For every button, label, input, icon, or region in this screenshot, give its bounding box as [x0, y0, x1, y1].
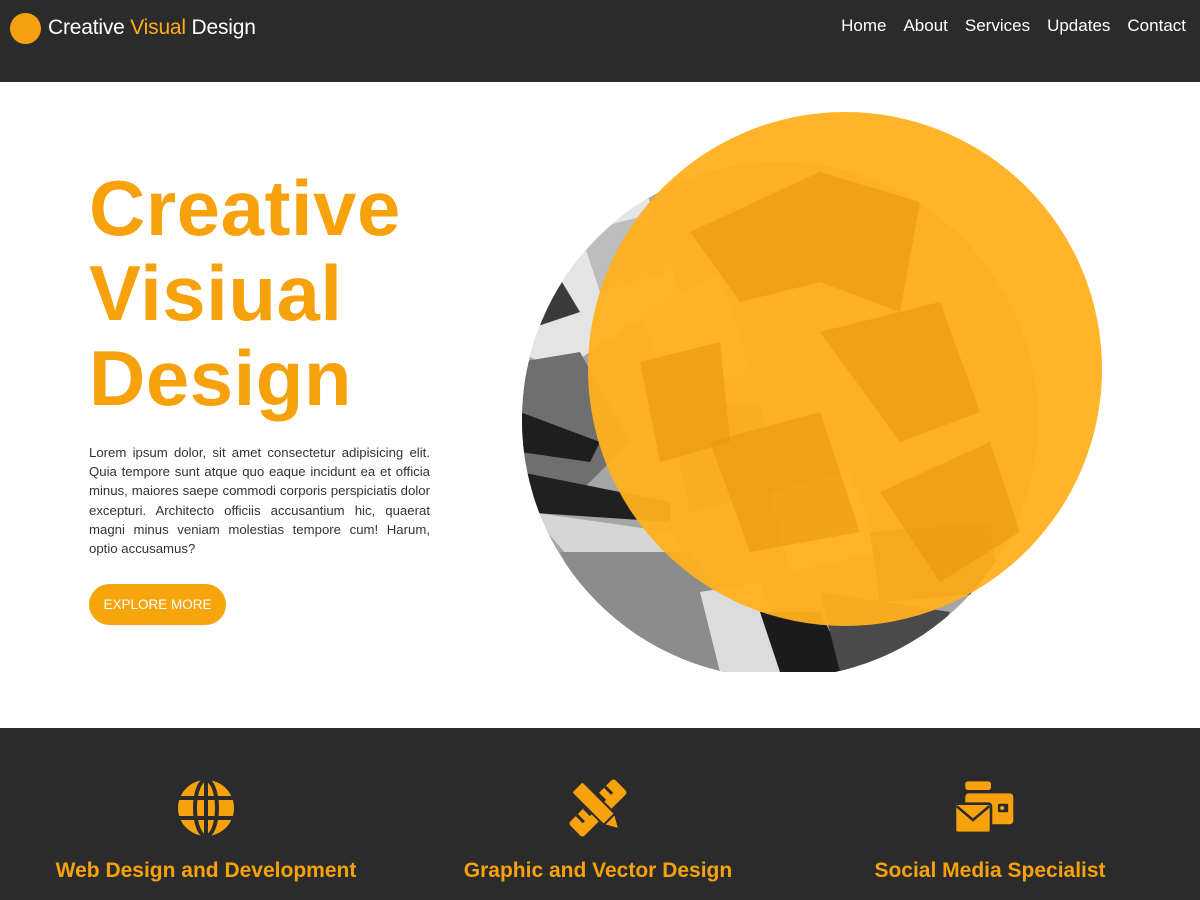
globe-icon [178, 778, 234, 838]
nav-menu: Home About Services Updates Contact [841, 16, 1186, 36]
nav-link-home[interactable]: Home [841, 16, 886, 36]
envelope-wallet-icon [955, 781, 1014, 835]
nav-link-updates[interactable]: Updates [1047, 16, 1110, 36]
brand-name-part1: Creative [48, 16, 125, 39]
service-graphic-design: Graphic and Vector Design [398, 728, 798, 900]
nav-link-contact[interactable]: Contact [1127, 16, 1186, 36]
brand-circle-icon [10, 12, 41, 44]
pencil-ruler-icon [569, 779, 627, 837]
hero-title: Creative Visiual Design [89, 166, 469, 421]
hero-title-line-2: Visiual [89, 249, 343, 337]
service-title-web-design: Web Design and Development [55, 859, 357, 882]
brand-name: Creative Visual Design [48, 16, 256, 40]
brand-logo-link[interactable]: Creative Visual Design [10, 12, 256, 44]
service-web-design: Web Design and Development [6, 728, 406, 900]
brand-name-part2: Design [191, 16, 256, 39]
service-title-social-media: Social Media Specialist [874, 859, 1106, 882]
hero-paragraph: Lorem ipsum dolor, sit amet consectetur … [89, 445, 430, 557]
services-section: Web Design and Development Graphic and V… [0, 728, 1200, 900]
service-social-media: Social Media Specialist [790, 728, 1190, 900]
hero-graffiti-image [522, 112, 1102, 672]
navbar: Creative Visual Design Home About Servic… [0, 0, 1200, 82]
hero-title-line-3: Design [89, 334, 353, 422]
brand-name-accent: Visual [130, 16, 186, 39]
explore-more-button[interactable]: EXPLORE MORE [89, 584, 226, 625]
hero-title-line-1: Creative [89, 164, 401, 252]
nav-link-services[interactable]: Services [965, 16, 1030, 36]
nav-link-about[interactable]: About [903, 16, 947, 36]
hero-section: Creative Visiual Design Lorem ipsum dolo… [0, 82, 1200, 728]
service-title-graphic-design: Graphic and Vector Design [463, 859, 733, 882]
